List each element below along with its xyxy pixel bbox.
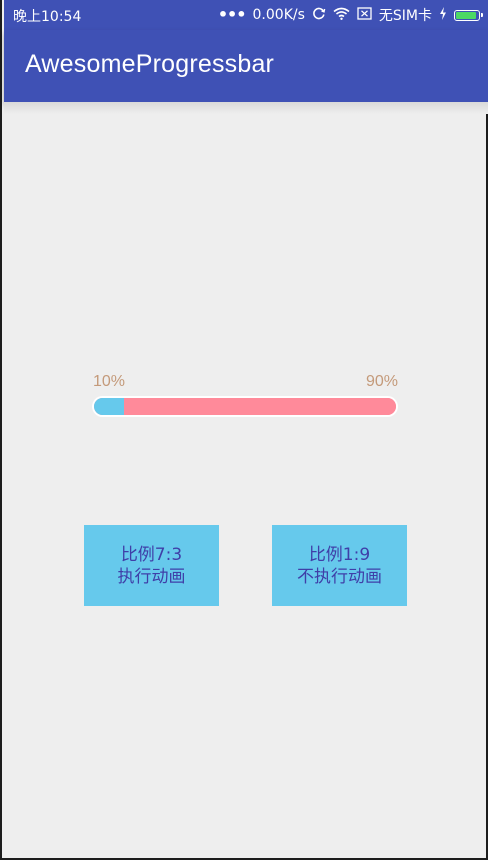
sim-status: 无SIM卡	[378, 8, 432, 24]
status-bar: 晚上10:54 ••• 0.00K/s 无SIM卡	[4, 0, 488, 30]
ratio-7-3-animate-button[interactable]: 比例7:3 执行动画	[84, 525, 219, 606]
sync-icon	[312, 6, 326, 24]
app-screen: 晚上10:54 ••• 0.00K/s 无SIM卡 AwesomeProgres…	[0, 0, 488, 860]
button-line-1: 比例1:9	[308, 544, 371, 565]
battery-level	[456, 11, 476, 19]
status-icons: ••• 0.00K/s 无SIM卡	[217, 5, 483, 25]
charging-icon	[439, 6, 447, 24]
app-bar: AwesomeProgressbar	[4, 30, 488, 102]
progress-bar-inner	[94, 398, 396, 415]
progress-bar	[92, 396, 398, 417]
wifi-icon	[333, 7, 350, 24]
network-speed: 0.00K/s	[252, 7, 305, 23]
more-dots-icon: •••	[217, 5, 247, 24]
button-line-2: 执行动画	[117, 566, 186, 587]
no-sim-icon	[357, 6, 372, 24]
progress-right-label: 90%	[366, 373, 399, 390]
battery-icon	[454, 9, 483, 21]
progress-left-segment	[94, 398, 125, 415]
progress-right-segment	[124, 398, 396, 415]
app-bar-shadow	[4, 102, 488, 114]
app-title: AwesomeProgressbar	[25, 50, 275, 78]
button-line-2: 不执行动画	[297, 566, 382, 587]
ratio-1-9-no-animate-button[interactable]: 比例1:9 不执行动画	[272, 525, 407, 606]
status-time: 晚上10:54	[13, 9, 82, 25]
button-line-1: 比例7:3	[120, 544, 183, 565]
progress-left-label: 10%	[93, 373, 126, 390]
